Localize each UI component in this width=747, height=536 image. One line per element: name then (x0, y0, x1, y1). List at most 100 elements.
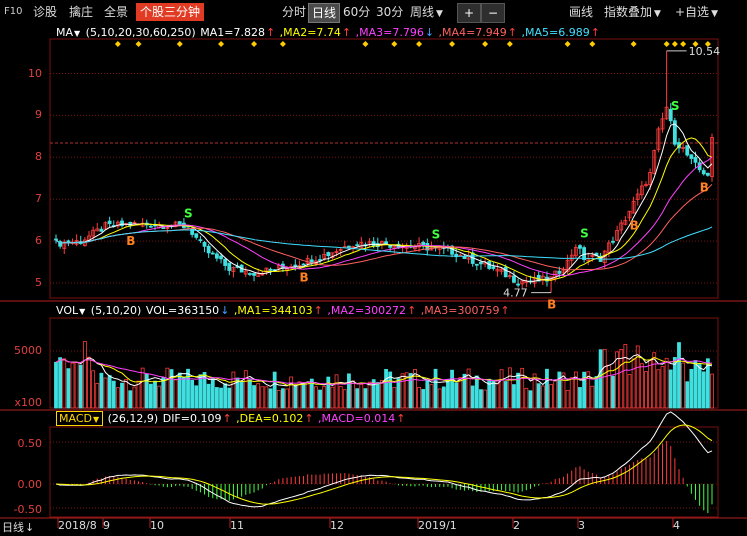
candle-body (545, 276, 549, 282)
period-toggle[interactable]: 日线↓ (2, 519, 34, 535)
volume-bar (536, 383, 541, 409)
vol-arrow-4: ↑ (500, 304, 510, 317)
volume-bar (347, 373, 351, 409)
weekly-tab[interactable]: 周线 ▼ (410, 3, 443, 21)
candle-body (594, 252, 599, 257)
intraday-tab[interactable]: 分时 (282, 3, 306, 21)
ma-params: (5,10,20,30,60,250) (85, 26, 196, 39)
candle-body (701, 170, 706, 175)
zoom-out-button[interactable]: − (481, 3, 505, 23)
volume-bar (450, 369, 454, 409)
ma-indicator-button[interactable]: MA▼ (56, 26, 81, 39)
candle-body (578, 245, 582, 249)
candle-body (252, 272, 256, 276)
ma-dropdown-icon: ▼ (74, 29, 81, 38)
volume-bar (272, 371, 277, 409)
candle-body (132, 221, 137, 224)
date-label: 10 (150, 519, 164, 532)
volume-bar (157, 385, 162, 409)
volume-bar (128, 390, 133, 409)
buy-marker: B (300, 270, 309, 284)
ma-value-1: MA1=7.828 (200, 26, 265, 39)
candle-body (664, 106, 669, 120)
volume-bar (107, 375, 112, 409)
date-label: 2018/8 (58, 519, 97, 532)
volume-bar (87, 356, 91, 409)
candle-body (95, 228, 100, 232)
candle-body (281, 263, 285, 268)
volume-bar (524, 387, 529, 409)
volume-bar (433, 368, 438, 409)
volume-bar (165, 367, 170, 409)
candle-body (627, 210, 632, 219)
vol-ma2-line (55, 356, 713, 386)
min30-tab[interactable]: 30分 (376, 3, 403, 21)
ma4-line (55, 183, 713, 271)
volume-bar (206, 383, 211, 409)
signal-diamond (680, 41, 687, 47)
volume-bar (252, 385, 256, 409)
f10-button[interactable]: F10 (4, 3, 22, 21)
signal-diamond (671, 41, 678, 47)
draw-button[interactable]: 画线 (569, 3, 593, 21)
stock-chart[interactable]: 10.54 4.77 B B B B B S S S S (0, 0, 747, 536)
candle-body (330, 252, 335, 259)
diagnose-button[interactable]: 诊股 (33, 3, 57, 21)
candle-body (606, 242, 611, 253)
volume-bar (644, 371, 648, 409)
volume-bar (326, 376, 331, 409)
add-watch-button[interactable]: +自选 ▼ (675, 3, 718, 21)
volume-bar (499, 369, 504, 409)
volume-bar (462, 373, 467, 409)
candle-body (153, 224, 157, 227)
candle-body (499, 268, 504, 272)
candle-body (446, 246, 450, 249)
candle-body (289, 266, 294, 269)
index-overlay-button[interactable]: 指数叠加 ▼ (604, 3, 661, 21)
volume-bar (78, 364, 83, 409)
vol-indicator-button[interactable]: VOL▼ (56, 304, 86, 317)
daily-tab[interactable]: 日线 (308, 3, 341, 23)
volume-bar (136, 380, 141, 409)
candle-body (429, 247, 434, 251)
volume-bar (606, 364, 611, 409)
candle-body (371, 241, 376, 246)
price-axis-label: 10 (28, 66, 42, 80)
volume-bar (82, 341, 87, 409)
candle-body (528, 280, 533, 283)
zoom-in-button[interactable]: + (457, 3, 481, 23)
ma-arrow-1: ↑ (265, 26, 276, 39)
volume-bar (181, 376, 186, 409)
candle-body (231, 267, 236, 273)
candle-body (243, 270, 248, 275)
candle-body (648, 171, 653, 185)
candle-body (450, 245, 454, 255)
catch-button[interactable]: 擒庄 (69, 3, 93, 21)
three-minute-button[interactable]: 个股三分钟 (136, 3, 205, 21)
candle-body (689, 154, 694, 159)
panorama-button[interactable]: 全景 (104, 3, 128, 21)
min60-tab[interactable]: 60分 (343, 3, 370, 21)
volume-bar (503, 381, 508, 409)
volume-bar (549, 384, 553, 409)
volume-bar (99, 372, 104, 409)
volume-bar (202, 372, 207, 409)
date-label: 4 (673, 519, 680, 532)
macd-indicator-button[interactable]: MACD▼ (56, 411, 104, 426)
candle-body (375, 243, 380, 248)
volume-bar (635, 345, 640, 409)
volume-bar (404, 372, 409, 409)
candle-body (635, 193, 640, 200)
candle-body (297, 265, 302, 269)
sell-marker: S (671, 99, 680, 113)
volume-bar (516, 372, 520, 409)
candle-body (644, 184, 648, 186)
volume-bar (677, 342, 681, 409)
signal-diamond (630, 41, 637, 47)
price-pane-frame (49, 38, 719, 299)
candle-body (301, 263, 306, 266)
volume-bar (231, 371, 236, 409)
vol-arrow-2: ↑ (313, 304, 323, 317)
macd-legend: MACD▼ (26,12,9) DIF=0.109↑ ,DEA=0.102↑ ,… (56, 411, 407, 426)
candle-body (458, 254, 463, 257)
